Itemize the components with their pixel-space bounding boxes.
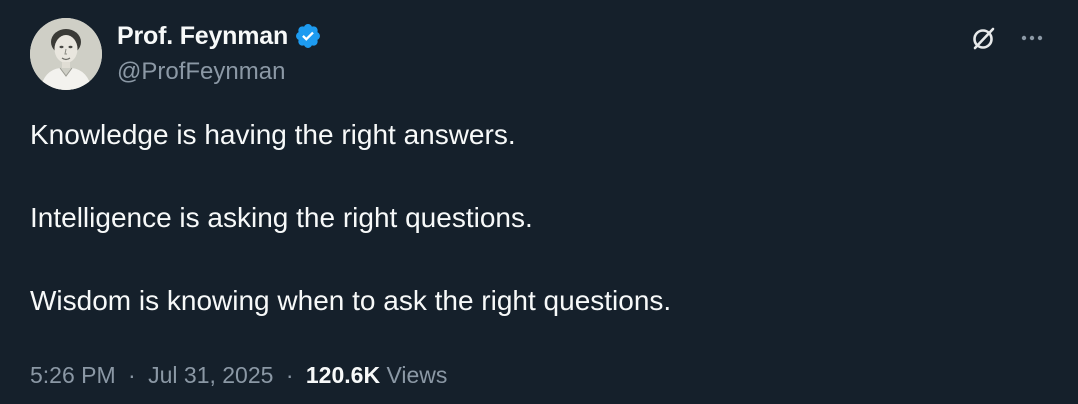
tweet-line: Wisdom is knowing when to ask the right … — [30, 285, 672, 316]
author-handle[interactable]: @ProfFeynman — [117, 58, 285, 86]
portrait-avatar-icon — [30, 18, 102, 90]
views-count[interactable]: 120.6K — [306, 362, 380, 388]
author-avatar[interactable] — [30, 18, 102, 90]
tweet-card: Prof. Feynman @ProfFeynman Knowledge is … — [0, 0, 1078, 404]
tweet-line: Intelligence is asking the right questio… — [30, 202, 533, 233]
tweet-meta: 5:26 PM · Jul 31, 2025 · 120.6K Views — [30, 362, 447, 389]
grok-button[interactable] — [966, 20, 1002, 56]
grok-icon — [973, 27, 995, 50]
meta-separator: · — [128, 362, 136, 388]
tweet-line: Knowledge is having the right answers. — [30, 119, 516, 150]
tweet-text: Knowledge is having the right answers. I… — [30, 115, 1030, 364]
more-options-button[interactable] — [1014, 20, 1050, 56]
more-options-icon — [1021, 35, 1043, 41]
meta-separator: · — [285, 362, 294, 388]
author-name-row: Prof. Feynman — [117, 20, 322, 52]
views-label: Views — [386, 362, 448, 388]
author-display-name[interactable]: Prof. Feynman — [117, 22, 288, 51]
verified-badge-icon — [294, 22, 322, 50]
tweet-time[interactable]: 5:26 PM — [30, 362, 116, 388]
tweet-date[interactable]: Jul 31, 2025 — [148, 362, 273, 388]
